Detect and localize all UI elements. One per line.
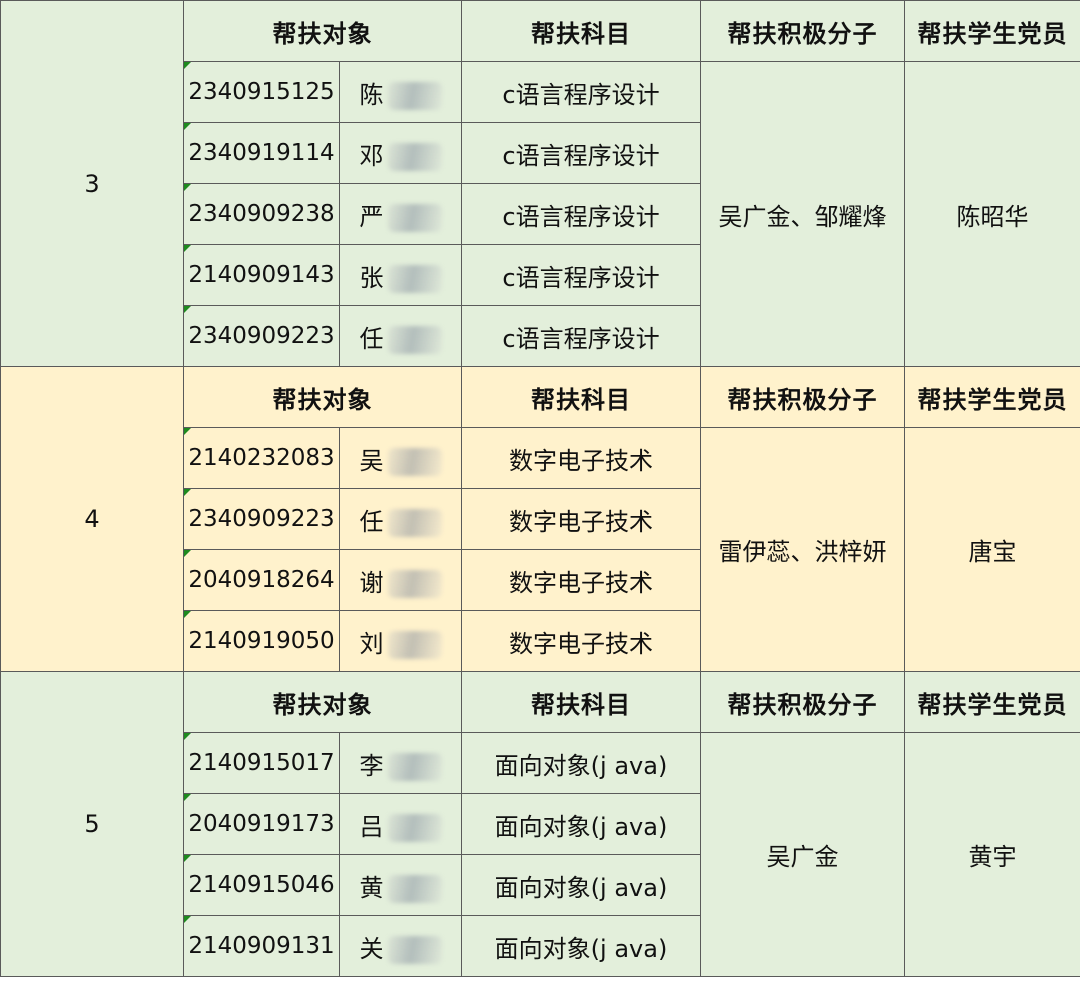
subject: 数字电子技术: [461, 610, 701, 672]
subject: c语言程序设计: [461, 122, 701, 184]
group-header-row: 3 帮扶对象 帮扶科目 帮扶积极分子 帮扶学生党员: [0, 0, 1080, 367]
header-party-members: 帮扶学生党员: [904, 366, 1080, 428]
student-name: 张: [359, 263, 384, 292]
student-name: 吕: [359, 812, 384, 841]
party-member: 陈昭华: [904, 61, 1080, 367]
student-name: 李: [359, 751, 384, 780]
name-redaction-icon: [387, 874, 442, 903]
subject: 数字电子技术: [461, 549, 701, 611]
name-redaction-icon: [387, 813, 442, 842]
header-activists: 帮扶积极分子: [700, 0, 905, 62]
name-redaction-icon: [387, 752, 442, 781]
subject: 面向对象(j ava): [461, 915, 701, 977]
student-name: 严: [359, 202, 384, 231]
student-name: 吴: [359, 446, 384, 475]
student-name-cell: 关: [339, 915, 462, 977]
header-activists: 帮扶积极分子: [700, 671, 905, 733]
header-target: 帮扶对象: [183, 0, 462, 62]
name-redaction-icon: [387, 203, 442, 232]
name-redaction-icon: [387, 447, 442, 476]
student-id: 2040919173: [183, 793, 340, 855]
student-name-cell: 吴: [339, 427, 462, 489]
subject: c语言程序设计: [461, 183, 701, 245]
student-name-cell: 刘: [339, 610, 462, 672]
student-name: 刘: [359, 629, 384, 658]
subject: 面向对象(j ava): [461, 854, 701, 916]
student-id: 2140909131: [183, 915, 340, 977]
student-id: 2340919114: [183, 122, 340, 184]
header-subject: 帮扶科目: [461, 671, 701, 733]
activists: 吴广金、邹耀烽: [700, 61, 905, 367]
student-id: 2340909238: [183, 183, 340, 245]
activists: 雷伊蕊、洪梓妍: [700, 427, 905, 672]
subject: c语言程序设计: [461, 244, 701, 306]
student-name: 任: [359, 324, 384, 353]
group-number: 4: [0, 366, 184, 672]
student-id: 2340909223: [183, 305, 340, 367]
student-name-cell: 任: [339, 488, 462, 550]
header-activists: 帮扶积极分子: [700, 366, 905, 428]
table-body: 3 帮扶对象 帮扶科目 帮扶积极分子 帮扶学生党员 2340915125 陈 c语言程序设计吴…: [0, 0, 1080, 977]
name-redaction-icon: [387, 508, 442, 537]
subject: c语言程序设计: [461, 61, 701, 123]
subject: 数字电子技术: [461, 427, 701, 489]
header-party-members: 帮扶学生党员: [904, 671, 1080, 733]
student-name-cell: 任: [339, 305, 462, 367]
student-id: 2140915017: [183, 732, 340, 794]
student-name-cell: 张: [339, 244, 462, 306]
subject: c语言程序设计: [461, 305, 701, 367]
student-name-cell: 黄: [339, 854, 462, 916]
student-id: 2340915125: [183, 61, 340, 123]
student-name-cell: 李: [339, 732, 462, 794]
student-name-cell: 吕: [339, 793, 462, 855]
subject: 面向对象(j ava): [461, 793, 701, 855]
group-number: 5: [0, 671, 184, 977]
name-redaction-icon: [387, 630, 442, 659]
student-name-cell: 严: [339, 183, 462, 245]
activists: 吴广金: [700, 732, 905, 977]
header-target: 帮扶对象: [183, 671, 462, 733]
name-redaction-icon: [387, 569, 442, 598]
student-name: 黄: [359, 873, 384, 902]
student-name-cell: 陈: [339, 61, 462, 123]
name-redaction-icon: [387, 325, 442, 354]
student-id: 2140232083: [183, 427, 340, 489]
party-member: 唐宝: [904, 427, 1080, 672]
student-name: 任: [359, 507, 384, 536]
group-number: 3: [0, 0, 184, 367]
subject: 面向对象(j ava): [461, 732, 701, 794]
student-id: 2140919050: [183, 610, 340, 672]
student-id: 2040918264: [183, 549, 340, 611]
header-subject: 帮扶科目: [461, 0, 701, 62]
assistance-table: 3 帮扶对象 帮扶科目 帮扶积极分子 帮扶学生党员 2340915125 陈 c语言程序设计吴…: [0, 0, 1080, 977]
group-header-row: 4 帮扶对象 帮扶科目 帮扶积极分子 帮扶学生党员: [0, 366, 1080, 672]
student-id: 2340909223: [183, 488, 340, 550]
student-name-cell: 谢: [339, 549, 462, 611]
header-target: 帮扶对象: [183, 366, 462, 428]
student-name: 陈: [359, 80, 384, 109]
student-name: 关: [359, 934, 384, 963]
student-name: 邓: [359, 141, 384, 170]
student-name: 谢: [359, 568, 384, 597]
name-redaction-icon: [387, 935, 442, 964]
student-id: 2140915046: [183, 854, 340, 916]
header-subject: 帮扶科目: [461, 366, 701, 428]
student-name-cell: 邓: [339, 122, 462, 184]
name-redaction-icon: [387, 264, 442, 293]
student-id: 2140909143: [183, 244, 340, 306]
party-member: 黄宇: [904, 732, 1080, 977]
group-header-row: 5 帮扶对象 帮扶科目 帮扶积极分子 帮扶学生党员: [0, 671, 1080, 977]
header-party-members: 帮扶学生党员: [904, 0, 1080, 62]
name-redaction-icon: [387, 142, 442, 171]
subject: 数字电子技术: [461, 488, 701, 550]
name-redaction-icon: [387, 81, 442, 110]
